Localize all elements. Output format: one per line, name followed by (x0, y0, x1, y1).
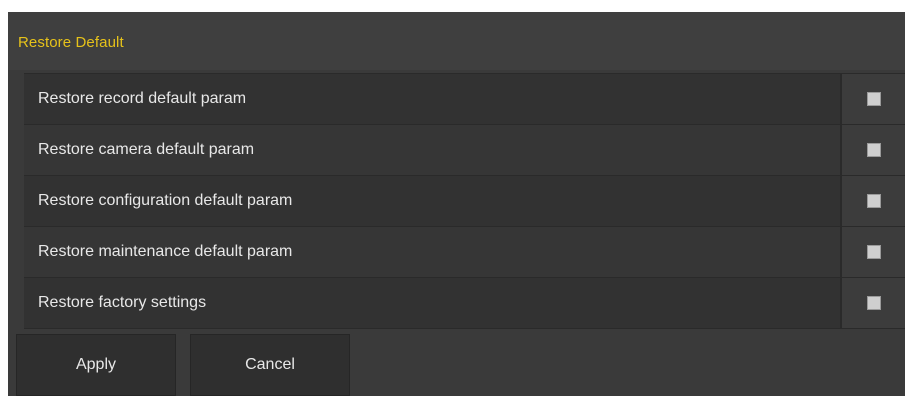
option-label: Restore maintenance default param (38, 243, 293, 260)
option-check-cell (842, 227, 905, 277)
option-check-cell (842, 125, 905, 175)
option-check-cell (842, 74, 905, 124)
option-check-cell (842, 278, 905, 328)
option-label-cell: Restore camera default param (24, 125, 842, 175)
option-label-cell: Restore configuration default param (24, 176, 842, 226)
restore-camera-checkbox[interactable] (866, 143, 881, 157)
restore-configuration-checkbox[interactable] (866, 194, 881, 208)
panel-title: Restore Default (18, 34, 124, 51)
panel-header: Restore Default (8, 12, 905, 70)
option-label: Restore configuration default param (38, 192, 293, 209)
option-check-cell (842, 176, 905, 226)
option-label: Restore camera default param (38, 141, 255, 158)
option-label: Restore factory settings (38, 294, 207, 311)
option-label-cell: Restore factory settings (24, 278, 842, 328)
restore-options-table: Restore record default param Restore cam… (24, 73, 905, 329)
apply-button[interactable]: Apply (16, 334, 176, 396)
option-row-camera: Restore camera default param (24, 125, 905, 176)
option-label-cell: Restore record default param (24, 74, 842, 124)
option-label: Restore record default param (38, 90, 247, 107)
option-label-cell: Restore maintenance default param (24, 227, 842, 277)
option-row-factory: Restore factory settings (24, 278, 905, 329)
restore-maintenance-checkbox[interactable] (866, 245, 881, 259)
option-row-record: Restore record default param (24, 74, 905, 125)
option-row-maintenance: Restore maintenance default param (24, 227, 905, 278)
restore-factory-checkbox[interactable] (866, 296, 881, 310)
restore-record-checkbox[interactable] (866, 92, 881, 106)
cancel-button[interactable]: Cancel (190, 334, 350, 396)
option-row-configuration: Restore configuration default param (24, 176, 905, 227)
cropped-text-strip (0, 0, 905, 12)
